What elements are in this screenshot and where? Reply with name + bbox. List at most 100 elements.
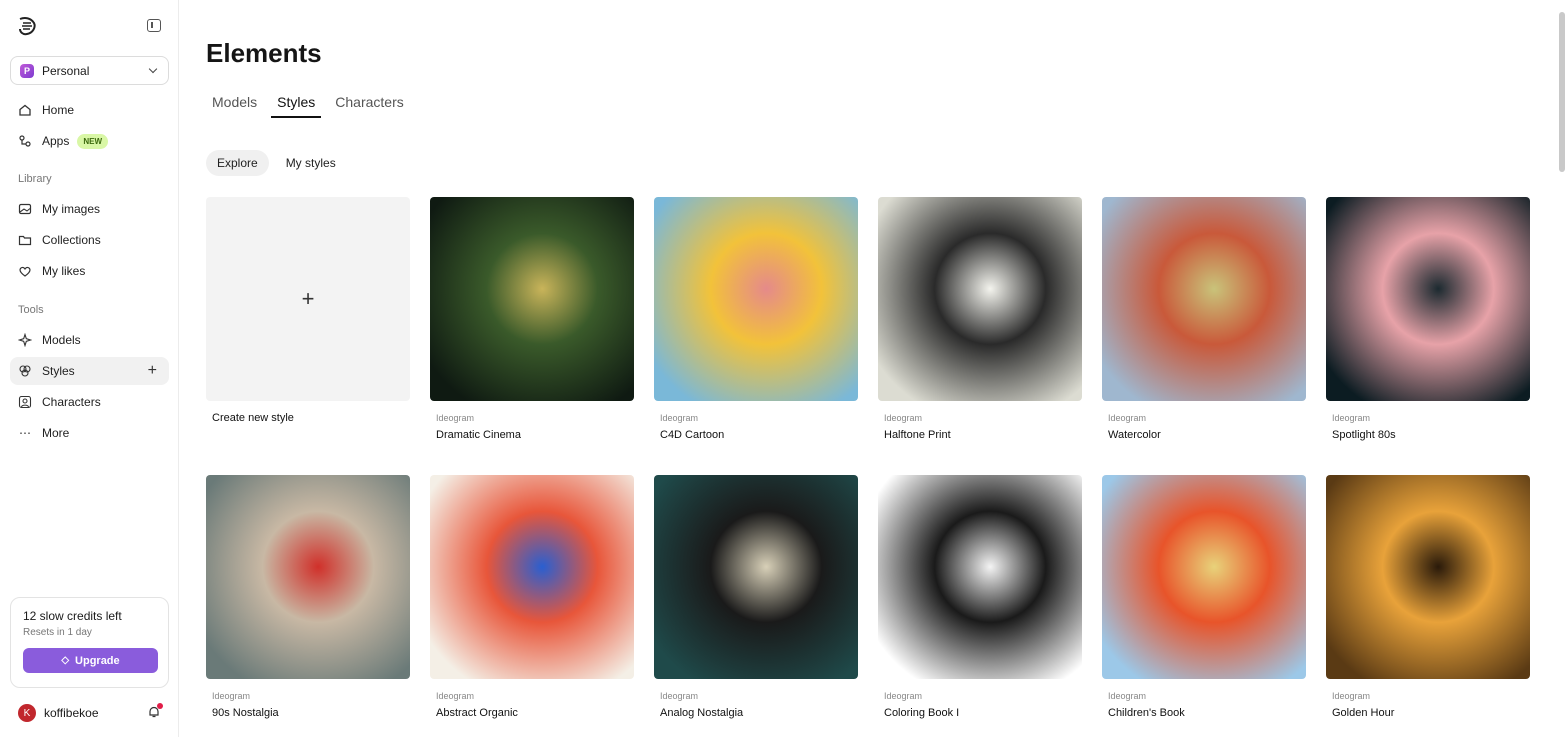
nav-my-images[interactable]: My images <box>10 195 169 223</box>
style-vendor: Ideogram <box>660 413 699 423</box>
nav-characters-label: Characters <box>42 395 101 409</box>
style-vendor: Ideogram <box>436 691 475 701</box>
create-style-thumb[interactable]: + <box>206 197 410 401</box>
style-thumbnail[interactable] <box>430 475 634 679</box>
subtab-explore[interactable]: Explore <box>206 150 269 176</box>
style-thumbnail[interactable] <box>1326 475 1530 679</box>
create-style-card[interactable]: + Create new style <box>206 197 410 424</box>
style-name: Abstract Organic <box>436 707 518 719</box>
home-icon <box>18 103 32 117</box>
style-card[interactable]: Ideogram C4D Cartoon <box>654 197 858 441</box>
subtab-my-styles[interactable]: My styles <box>275 150 347 176</box>
avatar[interactable]: K <box>18 704 36 722</box>
style-name: 90s Nostalgia <box>212 707 279 719</box>
nav-my-likes[interactable]: My likes <box>10 257 169 285</box>
style-name: Spotlight 80s <box>1332 429 1396 441</box>
nav-my-likes-label: My likes <box>42 264 86 278</box>
workspace-selector[interactable]: P Personal <box>10 56 169 85</box>
style-thumbnail[interactable] <box>206 475 410 679</box>
nav-characters[interactable]: Characters <box>10 388 169 416</box>
user-row[interactable]: K koffibekoe <box>18 703 169 723</box>
nav-my-images-label: My images <box>42 202 101 216</box>
style-vendor: Ideogram <box>1108 691 1147 701</box>
style-card[interactable]: Ideogram Spotlight 80s <box>1326 197 1530 441</box>
element-tabs: Models Styles Characters <box>206 92 418 118</box>
workspace-badge: P <box>20 63 34 78</box>
sidebar: P Personal Home Apps NEW Library My imag… <box>0 0 179 737</box>
style-vendor: Ideogram <box>884 691 923 701</box>
nav-more[interactable]: ⋯ More <box>10 419 169 447</box>
create-style-label: Create new style <box>212 412 294 424</box>
credits-reset-text: Resets in 1 day <box>23 627 92 638</box>
style-vendor: Ideogram <box>212 691 251 701</box>
style-vendor: Ideogram <box>1332 691 1371 701</box>
style-thumbnail[interactable] <box>654 197 858 401</box>
username: koffibekoe <box>44 706 99 720</box>
style-name: Coloring Book I <box>884 707 960 719</box>
style-subtabs: Explore My styles <box>206 150 347 176</box>
app-logo-icon[interactable] <box>16 15 38 37</box>
style-thumbnail[interactable] <box>1102 475 1306 679</box>
style-vendor: Ideogram <box>1332 413 1371 423</box>
style-thumbnail[interactable] <box>1102 197 1306 401</box>
folder-icon <box>18 233 32 247</box>
style-card[interactable]: Ideogram Abstract Organic <box>430 475 634 719</box>
nav-apps-label: Apps <box>42 134 70 148</box>
style-vendor: Ideogram <box>660 691 699 701</box>
style-thumbnail[interactable] <box>878 197 1082 401</box>
plus-icon: + <box>301 286 315 311</box>
page-scrollbar[interactable] <box>1559 12 1565 172</box>
style-name: Dramatic Cinema <box>436 429 521 441</box>
tab-styles[interactable]: Styles <box>271 92 322 118</box>
style-name: Halftone Print <box>884 429 951 441</box>
credits-panel: 12 slow credits left Resets in 1 day ◇ U… <box>10 597 169 688</box>
nav-home[interactable]: Home <box>10 96 169 124</box>
style-vendor: Ideogram <box>436 413 475 423</box>
nav-models-label: Models <box>42 333 81 347</box>
nav-styles-label: Styles <box>42 364 75 378</box>
upgrade-button-label: Upgrade <box>75 654 120 667</box>
style-card[interactable]: Ideogram Watercolor <box>1102 197 1306 441</box>
style-thumbnail[interactable] <box>878 475 1082 679</box>
style-card[interactable]: Ideogram Analog Nostalgia <box>654 475 858 719</box>
main-content: Elements Models Styles Characters Explor… <box>179 0 1568 737</box>
nav-home-label: Home <box>42 103 75 117</box>
sidebar-toggle-icon[interactable] <box>147 19 161 32</box>
chevron-down-icon <box>148 64 158 74</box>
new-badge: NEW <box>77 133 109 149</box>
library-section-label: Library <box>18 173 52 185</box>
more-dots-icon: ⋯ <box>19 426 31 440</box>
add-style-plus-icon[interactable]: + <box>148 362 157 380</box>
style-card[interactable]: Ideogram Dramatic Cinema <box>430 197 634 441</box>
credits-title: 12 slow credits left <box>23 609 122 623</box>
nav-more-label: More <box>42 426 70 440</box>
style-thumbnail[interactable] <box>654 475 858 679</box>
nav-models[interactable]: Models <box>10 326 169 354</box>
style-card[interactable]: Ideogram 90s Nostalgia <box>206 475 410 719</box>
tab-characters[interactable]: Characters <box>329 92 409 118</box>
sparkle-icon <box>18 333 32 347</box>
tools-section-label: Tools <box>18 304 44 316</box>
style-name: Children's Book <box>1108 707 1185 719</box>
notification-dot <box>157 703 163 709</box>
style-name: Watercolor <box>1108 429 1161 441</box>
tab-models[interactable]: Models <box>206 92 263 118</box>
heart-icon <box>18 264 32 278</box>
style-card[interactable]: Ideogram Golden Hour <box>1326 475 1530 719</box>
style-card[interactable]: Ideogram Halftone Print <box>878 197 1082 441</box>
style-vendor: Ideogram <box>884 413 923 423</box>
style-card[interactable]: Ideogram Children's Book <box>1102 475 1306 719</box>
style-card[interactable]: Ideogram Coloring Book I <box>878 475 1082 719</box>
nav-collections-label: Collections <box>42 233 101 247</box>
style-name: Golden Hour <box>1332 707 1395 719</box>
style-thumbnail[interactable] <box>430 197 634 401</box>
styles-icon <box>18 364 32 378</box>
upgrade-button[interactable]: ◇ Upgrade <box>23 648 158 673</box>
style-name: Analog Nostalgia <box>660 707 744 719</box>
diamond-icon: ◇ <box>61 655 70 666</box>
nav-styles[interactable]: Styles + <box>10 357 169 385</box>
nav-apps[interactable]: Apps NEW <box>10 127 169 155</box>
style-name: C4D Cartoon <box>660 429 725 441</box>
nav-collections[interactable]: Collections <box>10 226 169 254</box>
style-thumbnail[interactable] <box>1326 197 1530 401</box>
